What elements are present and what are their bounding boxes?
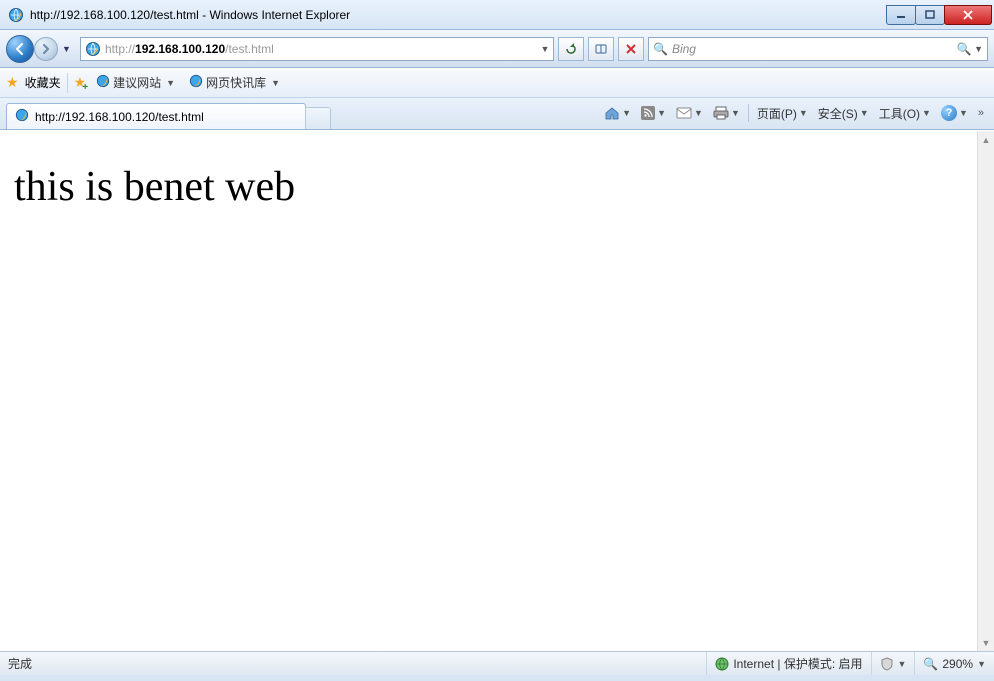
- forward-button[interactable]: [34, 37, 58, 61]
- favorites-label[interactable]: 收藏夹: [25, 74, 61, 91]
- feeds-button[interactable]: ▼: [637, 104, 670, 122]
- favorites-star-icon[interactable]: ★: [6, 74, 19, 91]
- site-icon: [85, 41, 101, 57]
- content-area: this is benet web ▲ ▼: [0, 130, 994, 651]
- url-text[interactable]: http://192.168.100.120/test.html: [105, 42, 537, 56]
- search-box[interactable]: 🔍 Bing 🔍 ▼: [648, 37, 988, 61]
- chevron-down-icon: ▼: [731, 108, 740, 118]
- separator: [748, 104, 749, 122]
- window-controls: [887, 5, 992, 25]
- scroll-track[interactable]: [978, 148, 994, 634]
- ie-logo-icon: [8, 7, 24, 23]
- chevron-down-icon: ▼: [271, 78, 280, 88]
- print-button[interactable]: ▼: [709, 103, 744, 123]
- address-dropdown[interactable]: ▼: [537, 44, 553, 54]
- vertical-scrollbar[interactable]: ▲ ▼: [977, 131, 994, 651]
- home-button[interactable]: ▼: [600, 103, 635, 123]
- chevron-down-icon: ▼: [959, 108, 968, 118]
- chevron-down-icon: ▼: [657, 108, 666, 118]
- chevron-down-icon: ▼: [922, 108, 931, 118]
- chevron-down-icon: ▼: [898, 659, 907, 669]
- ie-icon: [96, 74, 110, 91]
- new-tab-button[interactable]: [305, 107, 331, 129]
- tools-menu[interactable]: 工具(O) ▼: [875, 103, 935, 124]
- nav-history-dropdown[interactable]: ▼: [62, 44, 71, 54]
- scroll-up-arrow[interactable]: ▲: [978, 131, 994, 148]
- navigation-bar: ▼ http://192.168.100.120/test.html ▼ 🔍 B…: [0, 30, 994, 68]
- back-button[interactable]: [6, 35, 34, 63]
- suggested-sites-item[interactable]: 建议网站 ▼: [92, 72, 179, 93]
- maximize-button[interactable]: [915, 5, 945, 25]
- refresh-button[interactable]: [558, 37, 584, 61]
- suggested-sites-label: 建议网站: [113, 74, 161, 91]
- chevron-down-icon: ▼: [799, 108, 808, 118]
- search-go-button[interactable]: 🔍: [954, 42, 974, 56]
- chevron-down-icon: ▼: [860, 108, 869, 118]
- chevron-down-icon: ▼: [166, 78, 175, 88]
- zoom-control[interactable]: 🔍 290% ▼: [914, 652, 994, 675]
- compat-view-button[interactable]: [588, 37, 614, 61]
- page-menu-label: 页面(P): [757, 105, 797, 122]
- tab-icon: [15, 108, 29, 125]
- active-tab[interactable]: http://192.168.100.120/test.html: [6, 103, 306, 129]
- webpage-body: this is benet web: [0, 131, 977, 651]
- chevron-down-icon: ▼: [694, 108, 703, 118]
- read-mail-button[interactable]: ▼: [672, 104, 707, 122]
- chevron-down-icon: ▼: [977, 659, 986, 669]
- command-bar: ▼ ▼ ▼ ▼ 页面(P) ▼ 安全(S) ▼ 工具(O) ▼: [600, 99, 988, 129]
- nav-buttons: ▼: [6, 34, 76, 64]
- security-zone[interactable]: Internet | 保护模式: 启用: [706, 652, 870, 675]
- window-titlebar: http://192.168.100.120/test.html - Windo…: [0, 0, 994, 30]
- web-slice-item[interactable]: 网页快讯库 ▼: [185, 72, 284, 93]
- rss-icon: [641, 106, 655, 120]
- search-provider-dropdown[interactable]: ▼: [974, 44, 983, 54]
- close-button[interactable]: [944, 5, 992, 25]
- minimize-button[interactable]: [886, 5, 916, 25]
- web-slice-label: 网页快讯库: [206, 74, 266, 91]
- zoom-icon: 🔍: [923, 657, 938, 671]
- tab-command-bar: http://192.168.100.120/test.html ▼ ▼ ▼ ▼…: [0, 98, 994, 130]
- help-icon: ?: [941, 105, 957, 121]
- address-bar[interactable]: http://192.168.100.120/test.html ▼: [80, 37, 554, 61]
- zoom-level: 290%: [942, 657, 973, 671]
- ie-icon: [189, 74, 203, 91]
- help-button[interactable]: ? ▼: [937, 103, 972, 123]
- safety-menu[interactable]: 安全(S) ▼: [814, 103, 873, 124]
- status-text: 完成: [0, 655, 40, 672]
- favorites-bar: ★ 收藏夹 ★ 建议网站 ▼ 网页快讯库 ▼: [0, 68, 994, 98]
- protected-mode-button[interactable]: ▼: [871, 652, 915, 675]
- safety-menu-label: 安全(S): [818, 105, 858, 122]
- scroll-down-arrow[interactable]: ▼: [978, 634, 994, 651]
- security-zone-label: Internet | 保护模式: 启用: [733, 655, 862, 672]
- search-placeholder: Bing: [672, 42, 954, 56]
- shield-icon: [880, 657, 894, 671]
- globe-icon: [715, 657, 729, 671]
- stop-button[interactable]: [618, 37, 644, 61]
- window-title: http://192.168.100.120/test.html - Windo…: [30, 8, 350, 22]
- add-favorite-icon[interactable]: ★: [74, 74, 87, 91]
- page-menu[interactable]: 页面(P) ▼: [753, 103, 812, 124]
- tools-menu-label: 工具(O): [879, 105, 920, 122]
- status-bar: 完成 Internet | 保护模式: 启用 ▼ 🔍 290% ▼: [0, 651, 994, 675]
- chevron-down-icon: ▼: [622, 108, 631, 118]
- page-text: this is benet web: [14, 164, 295, 210]
- tab-title: http://192.168.100.120/test.html: [35, 110, 204, 124]
- search-provider-icon: 🔍: [653, 42, 668, 56]
- separator: [67, 73, 68, 93]
- toolbar-overflow[interactable]: »: [974, 107, 988, 119]
